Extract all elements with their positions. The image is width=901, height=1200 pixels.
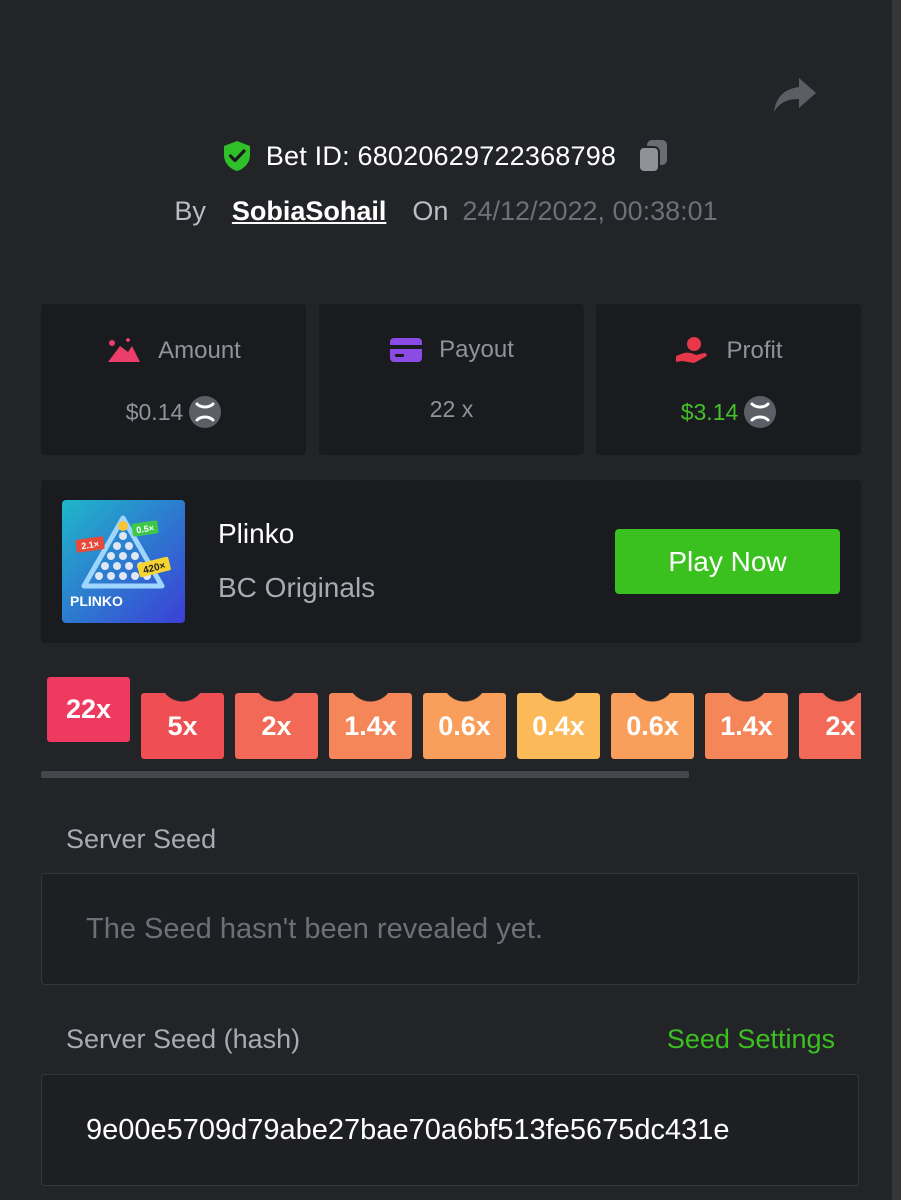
multiplier-chip: 0.6x [423,693,506,759]
profit-hand-icon [676,337,708,363]
game-card: 2.1× 0.5× 420× PLINKO Plinko BC Original… [41,480,861,643]
play-now-button[interactable]: Play Now [615,529,840,594]
game-name[interactable]: Plinko [218,518,294,550]
xrp-coin-icon [744,396,777,428]
amount-label: Amount [158,337,241,364]
payout-label: Payout [439,336,514,363]
multiplier-strip-scrollbar[interactable] [41,771,689,778]
on-label: On [412,195,449,226]
copy-icon[interactable] [636,138,670,174]
multiplier-chip: 1.4x [705,693,788,759]
seed-settings-link[interactable]: Seed Settings [667,1024,835,1055]
amount-icon [108,338,141,362]
bet-date: 24/12/2022, 00:38:01 [462,195,718,226]
username-link[interactable]: SobiaSohail [232,196,387,227]
profit-label: Profit [726,337,783,364]
server-seed-label: Server Seed [66,824,217,854]
plinko-thumbnail[interactable]: 2.1× 0.5× 420× PLINKO [62,500,185,623]
profit-value: $3.14 [680,398,739,425]
profit-card: Profit $3.14 [596,304,861,455]
multiplier-chip: 0.4x [517,693,600,759]
game-provider: BC Originals [218,572,376,603]
payout-card: Payout 22 x [319,304,584,455]
multiplier-chip: 5x [141,693,224,759]
server-seed-hash-label: Server Seed (hash) [66,1024,301,1054]
verified-shield-icon [223,141,250,171]
bet-author-row: By SobiaSohail On 24/12/2022, 00:38:01 [0,192,892,230]
scrollbar[interactable] [892,0,901,1200]
multiplier-chip: 2x [235,693,318,759]
server-seed-hash-box[interactable]: 9e00e5709d79abe27bae70a6bf513fe5675dc431… [41,1074,859,1186]
multiplier-chip: 2x [799,693,861,759]
by-label: By [174,195,206,226]
share-icon[interactable] [772,74,818,116]
multiplier-chip: 22x [47,677,130,742]
bet-header: Bet ID: 68020629722368798 [0,136,892,176]
xrp-coin-icon [189,396,222,428]
server-seed-box: The Seed hasn't been revealed yet. [41,873,859,985]
multiplier-chip: 0.6x [611,693,694,759]
multiplier-strip[interactable]: 22x 5x 2x 1.4x 0.6x 0.4x 0.6x 1.4x 2x [41,672,861,772]
thumb-brand: PLINKO [70,593,123,609]
amount-value: $0.14 [125,398,184,425]
card-icon [390,338,423,362]
bet-id: Bet ID: 68020629722368798 [265,140,617,171]
payout-value: 22 x [429,396,474,422]
server-seed-hash-value: 9e00e5709d79abe27bae70a6bf513fe5675dc431… [86,1113,730,1146]
server-seed-value: The Seed hasn't been revealed yet. [86,912,543,945]
multiplier-chip: 1.4x [329,693,412,759]
amount-card: Amount $0.14 [41,304,306,455]
